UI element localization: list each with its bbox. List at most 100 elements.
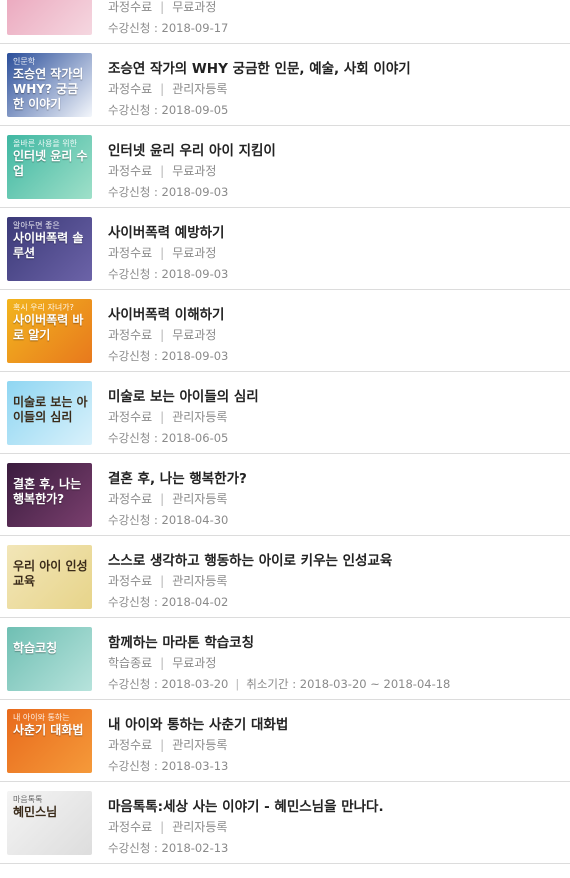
enroll-date: 수강신청 : 2018-09-17 [108, 21, 229, 35]
enroll-date-value: 2018-09-03 [161, 185, 229, 199]
course-item[interactable]: 우리 아이 인성교육 스스로 생각하고 행동하는 아이로 키우는 인성교육과정수료… [0, 537, 570, 618]
course-meta: 과정수료 | 관리자등록 [108, 80, 227, 97]
course-meta: 과정수료 | 무료과정 [108, 0, 216, 15]
course-meta: 과정수료 | 무료과정 [108, 244, 216, 261]
thumbnail-title: 인터넷 윤리 수업 [13, 149, 88, 178]
course-title[interactable]: 조승연 작가의 WHY 궁금한 인문, 예술, 사회 이야기 [108, 57, 411, 77]
course-item[interactable]: 미술로 보는 아이들의 심리 미술로 보는 아이들의 심리 과정수료 | 관리자등록 수강… [0, 373, 570, 454]
enroll-date: 수강신청 : 2018-06-05 [108, 431, 229, 445]
course-thumbnail[interactable]: 마음톡톡 혜민스님 [7, 791, 92, 855]
course-title[interactable]: 함께하는 마라톤 학습코칭 [108, 631, 254, 651]
enroll-date-value: 2018-04-30 [161, 513, 229, 527]
course-thumbnail[interactable]: 미술로 보는 아이들의 심리 [7, 381, 92, 445]
thumbnail-title: 우리 아이 인성교육 [13, 559, 88, 588]
course-status: 과정수료 [108, 164, 153, 178]
enroll-date-value: 2018-04-02 [161, 595, 229, 609]
course-thumbnail[interactable]: 올바른 사용을 위한 인터넷 윤리 수업 [7, 135, 92, 199]
separator: | [160, 246, 165, 260]
course-title[interactable]: 결혼 후, 나는 행복한가? [108, 467, 247, 487]
thumbnail-subtitle: 내 아이와 통하는 [13, 713, 70, 722]
enroll-date-value: 2018-09-17 [161, 21, 229, 35]
thumbnail-subtitle: 인문학 [13, 57, 36, 66]
course-type: 무료과정 [172, 246, 217, 260]
cancel-period-value: 2018-03-20 ~ 2018-04-18 [299, 677, 451, 691]
enroll-date: 수강신청 : 2018-04-30 [108, 513, 229, 527]
course-meta: 학습종료 | 무료과정 [108, 654, 216, 671]
course-type: 관리자등록 [172, 820, 228, 834]
course-status: 과정수료 [108, 328, 153, 342]
enroll-date: 수강신청 : 2018-09-03 [108, 185, 229, 199]
cancel-period-label: 취소기간 [246, 677, 289, 691]
course-thumbnail[interactable]: 학습코칭 [7, 627, 92, 691]
enroll-date-label: 수강신청 [108, 431, 151, 445]
course-status: 과정수료 [108, 492, 153, 506]
separator: | [160, 492, 165, 506]
enroll-date-value: 2018-09-03 [161, 267, 229, 281]
course-status: 과정수료 [108, 410, 153, 424]
course-status: 과정수료 [108, 82, 153, 96]
course-item[interactable]: 내 아이와 통하는 사춘기 대화법 내 아이와 통하는 사춘기 대화법 과정수료 | 관리… [0, 701, 570, 782]
course-meta: 과정수료 | 관리자등록 [108, 736, 227, 753]
course-status: 과정수료 [108, 574, 153, 588]
course-type: 무료과정 [172, 656, 217, 670]
enroll-date-label: 수강신청 [108, 349, 151, 363]
enroll-date-label: 수강신청 [108, 267, 151, 281]
course-thumbnail[interactable]: 혹시 우리 자녀가? 사이버폭력 바로 알기 [7, 299, 92, 363]
course-list: 끝내기과정수료|무료과정수강신청 : 2018-09-17인문학조승연 작가의 … [0, 0, 570, 878]
separator: | [160, 82, 165, 96]
course-thumbnail[interactable]: 우리 아이 인성교육 [7, 545, 92, 609]
enroll-date: 수강신청 : 2018-09-03 [108, 349, 229, 363]
enroll-date-value: 2018-09-03 [161, 349, 229, 363]
enroll-date: 수강신청 : 2018-04-02 [108, 595, 229, 609]
enroll-date-value: 2018-03-20 [161, 677, 229, 691]
course-type: 관리자등록 [172, 492, 228, 506]
thumbnail-subtitle: 혹시 우리 자녀가? [13, 303, 74, 312]
course-title[interactable]: 사이버폭력 이해하기 [108, 303, 224, 323]
enroll-date: 수강신청 : 2018-09-05 [108, 103, 229, 117]
course-thumbnail[interactable]: 끝내기 [7, 0, 92, 35]
thumbnail-title: 학습코칭 [13, 641, 58, 655]
course-item[interactable]: 결혼 후, 나는 행복한가? 결혼 후, 나는 행복한가? 과정수료 | 관리자등록수강… [0, 455, 570, 536]
course-title[interactable]: 스스로 생각하고 행동하는 아이로 키우는 인성교육 [108, 549, 392, 569]
enroll-date-value: 2018-02-13 [161, 841, 229, 855]
course-item[interactable]: 마음톡톡 혜민스님 마음톡톡:세상 사는 이야기 - 혜민스님을 만나다. 과정수료 |… [0, 783, 570, 864]
course-item[interactable]: 인문학 조승연 작가의 WHY? 궁금한 이야기 조승연 작가의 WHY 궁금한 인… [0, 45, 570, 126]
enroll-date-label: 수강신청 [108, 841, 151, 855]
course-thumbnail[interactable]: 결혼 후, 나는 행복한가? [7, 463, 92, 527]
course-title[interactable]: 내 아이와 통하는 사춘기 대화법 [108, 713, 288, 733]
separator: | [160, 820, 165, 834]
thumbnail-title: 결혼 후, 나는 행복한가? [13, 477, 82, 506]
course-item[interactable]: 끝내기 과정수료 | 무료과정수강신청 : 2018-09-17 [0, 0, 570, 44]
course-thumbnail[interactable]: 알아두면 좋은 사이버폭력 솔루션 [7, 217, 92, 281]
course-item[interactable]: 알아두면 좋은 사이버폭력 솔루션 사이버폭력 예방하기 과정수료 | 무료과정 수강신청 … [0, 209, 570, 290]
enroll-date-value: 2018-03-13 [161, 759, 229, 773]
enroll-date-label: 수강신청 [108, 185, 151, 199]
course-thumbnail[interactable]: 인문학 조승연 작가의 WHY? 궁금한 이야기 [7, 53, 92, 117]
enroll-date: 수강신청 : 2018-03-20 | 취소기간 : 2018-03-20 ~ 20… [108, 677, 451, 691]
separator: | [160, 0, 165, 14]
thumbnail-title: 사이버폭력 솔루션 [13, 231, 84, 260]
course-title[interactable]: 인터넷 윤리 우리 아이 지킴이 [108, 139, 276, 159]
enroll-date-value: 2018-09-05 [161, 103, 229, 117]
separator: | [160, 574, 165, 588]
course-thumbnail[interactable]: 내 아이와 통하는 사춘기 대화법 [7, 709, 92, 773]
course-status: 과정수료 [108, 820, 153, 834]
course-item[interactable]: 혹시 우리 자녀가? 사이버폭력 바로 알기 사이버폭력 이해하기 과정수료 | 무료과정… [0, 291, 570, 372]
thumbnail-title: 사춘기 대화법 [13, 723, 84, 737]
course-item[interactable]: 올바른 사용을 위한 인터넷 윤리 수업 인터넷 윤리 우리 아이 지킴이 과정수료 |… [0, 127, 570, 208]
course-title[interactable]: 미술로 보는 아이들의 심리 [108, 385, 259, 405]
thumbnail-title: 혜민스님 [13, 805, 58, 819]
course-type: 무료과정 [172, 0, 217, 14]
enroll-date-label: 수강신청 [108, 759, 151, 773]
enroll-date-label: 수강신청 [108, 513, 151, 527]
course-type: 무료과정 [172, 164, 217, 178]
course-meta: 과정수료 | 관리자등록 [108, 490, 227, 507]
course-title[interactable]: 마음톡톡:세상 사는 이야기 - 혜민스님을 만나다. [108, 795, 384, 815]
course-title[interactable]: 사이버폭력 예방하기 [108, 221, 224, 241]
enroll-date-label: 수강신청 [108, 595, 151, 609]
course-type: 관리자등록 [172, 738, 228, 752]
thumbnail-title: 미술로 보는 아이들의 심리 [13, 395, 88, 424]
course-type: 관리자등록 [172, 574, 228, 588]
course-item[interactable]: 학습코칭 함께하는 마라톤 학습코칭학습종료 | 무료과정수강신청 : 2018-03… [0, 619, 570, 700]
thumbnail-subtitle: 알아두면 좋은 [13, 221, 60, 230]
